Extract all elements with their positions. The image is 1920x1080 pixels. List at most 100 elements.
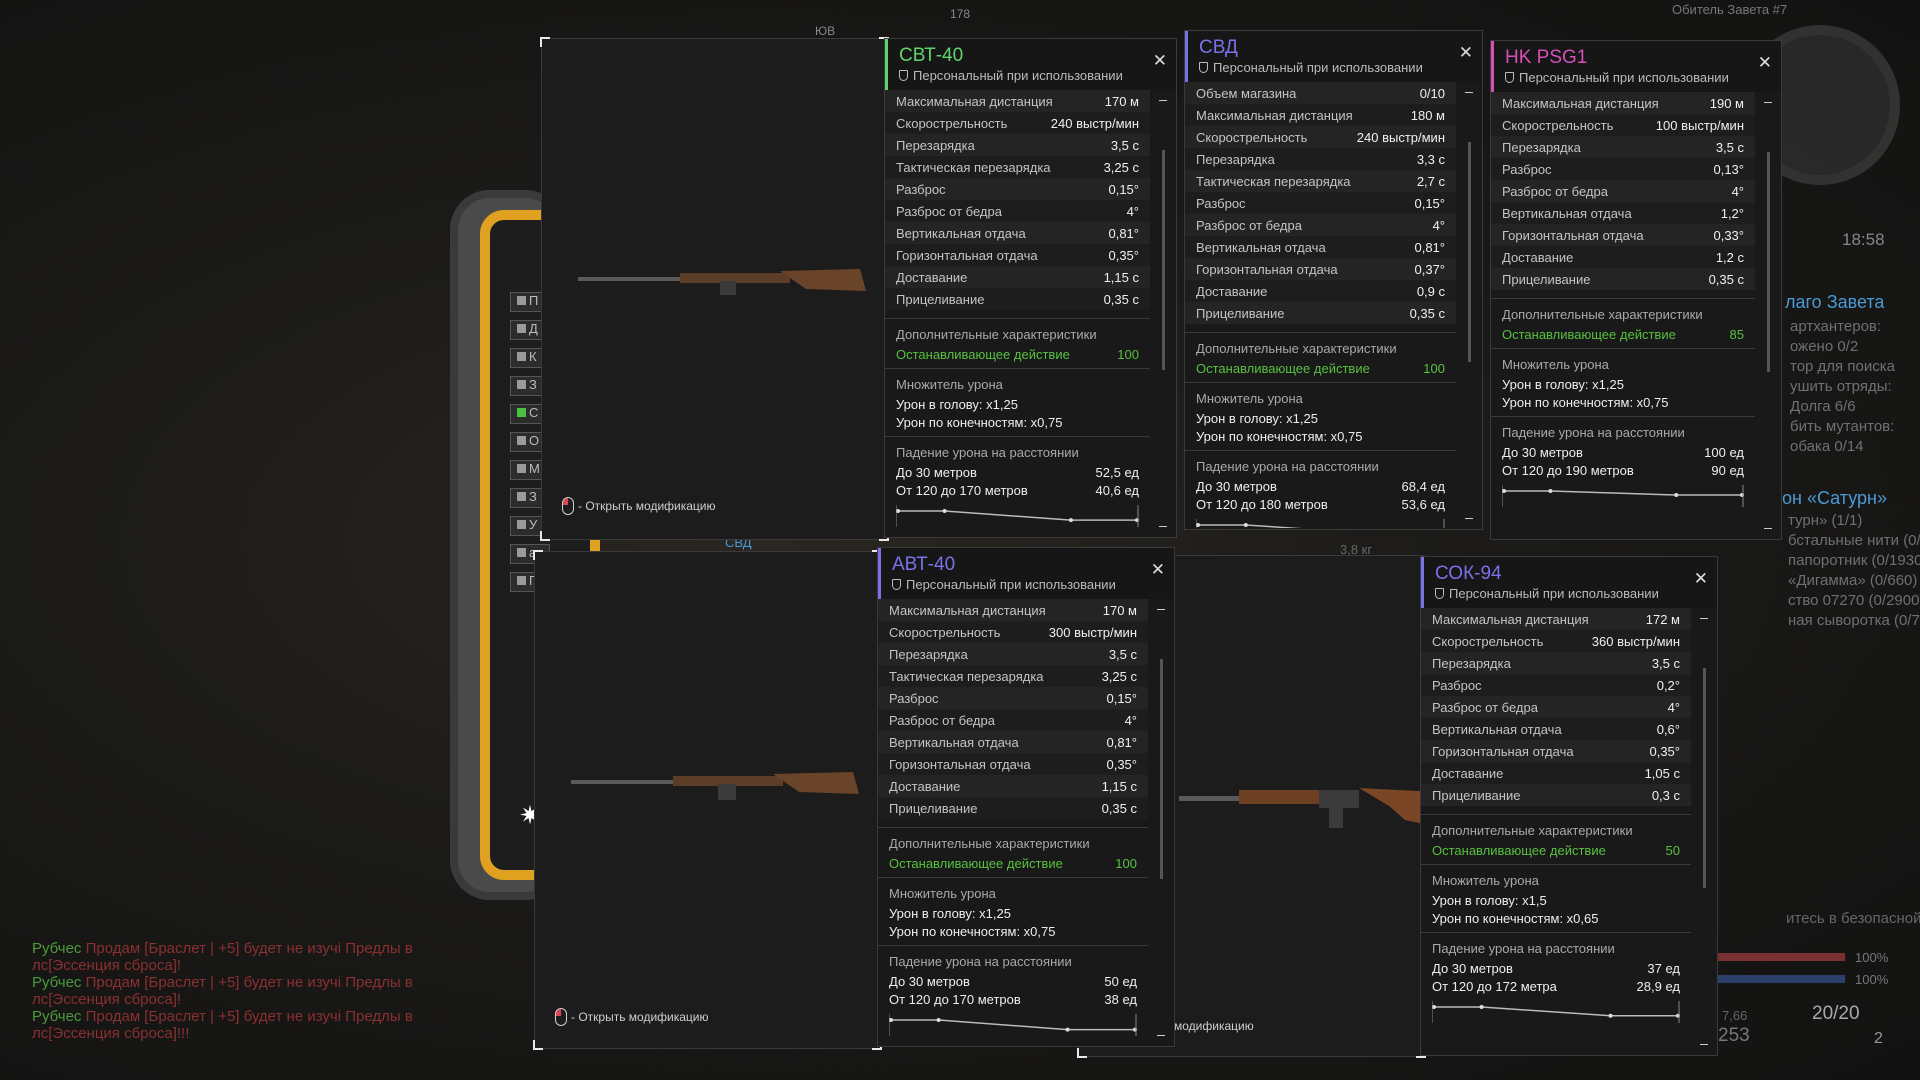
stat-value: 170 м	[1104, 93, 1139, 109]
quest-line: турн» (1/1)	[1788, 512, 1863, 529]
section-title: Дополнительные характеристики	[1432, 823, 1633, 838]
stat-row: Прицеливание 0,35 с	[885, 288, 1150, 310]
card-header: СОК-94 Персональный при использовании ✕	[1421, 557, 1717, 608]
falloff-point	[1432, 1005, 1436, 1009]
close-icon[interactable]: ✕	[1151, 560, 1165, 580]
scroll-up[interactable]	[1764, 102, 1772, 103]
pda-item-icon	[517, 408, 526, 417]
damage-multiplier: Множитель урона Урон в голову: x1,25 Урон …	[1491, 348, 1755, 416]
stat-row: Доставание 1,2 с	[1491, 246, 1755, 268]
stamina-value: 100%	[1855, 972, 1889, 987]
scroll-up[interactable]	[1700, 618, 1708, 619]
falloff-range: До 30 метров	[1502, 444, 1583, 460]
stat-label: Разброс	[896, 181, 946, 197]
stat-row: Максимальная дистанция 190 м	[1491, 92, 1755, 114]
scrollbar[interactable]	[1767, 152, 1770, 372]
open-mod-hint[interactable]: - Открыть модификацию	[555, 1008, 709, 1026]
stat-value: 100	[1115, 855, 1137, 871]
weapon-card-svd: СВД Персональный при использовании ✕ Объем …	[1184, 30, 1483, 530]
scroll-up[interactable]	[1157, 609, 1165, 610]
close-icon[interactable]: ✕	[1153, 51, 1167, 71]
stat-value: 85	[1729, 326, 1744, 342]
quest-line: «Дигамма» (0/660)	[1788, 572, 1918, 589]
scroll-down[interactable]	[1157, 1035, 1165, 1036]
stat-label: Вертикальная отдача	[1502, 205, 1632, 221]
stat-value: 0,35°	[1106, 756, 1137, 772]
falloff-range: До 30 метров	[1196, 478, 1277, 494]
scroll-down[interactable]	[1764, 528, 1772, 529]
scrollbar[interactable]	[1162, 150, 1165, 370]
section-title: Дополнительные характеристики	[896, 327, 1097, 342]
section-title: Множитель урона	[896, 377, 1003, 392]
extra-stats: Дополнительные характеристики Останавлива…	[878, 827, 1148, 877]
stat-table: Максимальная дистанция 170 м Скорострельно…	[885, 90, 1150, 310]
mouse-icon	[555, 1008, 567, 1026]
weapon-card-psg1: HK PSG1 Персональный при использовании ✕ Ма…	[1490, 40, 1782, 540]
scrollbar[interactable]	[1703, 668, 1706, 888]
close-icon[interactable]: ✕	[1758, 53, 1772, 73]
stat-label: Разброс	[1196, 195, 1246, 211]
stat-row: Прицеливание 0,35 с	[1491, 268, 1755, 290]
stopping-power: Останавливающее действие 85	[1502, 325, 1744, 343]
location-label: Обитель Завета #7	[1672, 2, 1788, 17]
scroll-up[interactable]	[1159, 100, 1167, 101]
stat-row: Перезарядка 3,5 с	[878, 643, 1148, 665]
stat-label: Вертикальная отдача	[1196, 239, 1326, 255]
chat-line: Рубчес Продам [Браслет | +5] будет не из…	[32, 940, 432, 957]
stat-label: Максимальная дистанция	[889, 602, 1046, 618]
scroll-down[interactable]	[1465, 518, 1473, 519]
stat-row: Максимальная дистанция 170 м	[885, 90, 1150, 112]
stat-row: Тактическая перезарядка 3,25 с	[885, 156, 1150, 178]
stat-value: 100	[1117, 346, 1139, 362]
stat-label: Скорострельность	[896, 115, 1008, 131]
stat-value: 4°	[1432, 217, 1445, 233]
falloff-range: От 120 до 180 метров	[1196, 496, 1328, 512]
open-mod-hint[interactable]: - Открыть модификацию	[562, 497, 716, 515]
stat-label: Вертикальная отдача	[896, 225, 1026, 241]
stat-row: Разброс от бедра 4°	[1491, 180, 1755, 202]
pda-item-icon	[517, 492, 526, 501]
stat-value: 100	[1423, 360, 1445, 376]
falloff-row: От 120 до 190 метров 90 ед	[1502, 461, 1744, 479]
stopping-power: Останавливающее действие 50	[1432, 841, 1680, 859]
section-title: Падение урона на расстоянии	[889, 954, 1072, 969]
extra-stats: Дополнительные характеристики Останавлива…	[1185, 332, 1456, 382]
stat-label: Разброс	[1432, 677, 1482, 693]
stat-label: Доставание	[889, 778, 961, 794]
scroll-down[interactable]	[1700, 1044, 1708, 1045]
stat-row: Горизонтальная отдача 0,37°	[1185, 258, 1456, 280]
stat-label: Доставание	[1502, 249, 1574, 265]
scrollbar[interactable]	[1468, 142, 1471, 362]
close-icon[interactable]: ✕	[1459, 43, 1473, 63]
stat-label: Останавливающее действие	[889, 855, 1063, 871]
section-title: Множитель урона	[1432, 873, 1539, 888]
pda-item-icon	[517, 352, 526, 361]
scrollbar[interactable]	[1160, 659, 1163, 879]
stat-label: Максимальная дистанция	[1196, 107, 1353, 123]
scroll-down[interactable]	[1159, 526, 1167, 527]
stat-row: Скорострельность 100 выстр/мин	[1491, 114, 1755, 136]
stat-value: 0,15°	[1106, 690, 1137, 706]
stat-row: Доставание 1,05 с	[1421, 762, 1691, 784]
open-mod-hint-partial[interactable]: модификацию	[1174, 1019, 1254, 1033]
stat-label: Тактическая перезарядка	[1196, 173, 1351, 189]
stat-label: Вертикальная отдача	[889, 734, 1019, 750]
section-title: Дополнительные характеристики	[1196, 341, 1397, 356]
extra-stats: Дополнительные характеристики Останавлива…	[1421, 814, 1691, 864]
stat-label: Разброс от бедра	[1432, 699, 1538, 715]
falloff-damage: 90 ед	[1711, 462, 1744, 478]
stat-value: 240 выстр/мин	[1050, 115, 1139, 131]
falloff-range: От 120 до 170 метров	[889, 991, 1021, 1007]
falloff-graph	[896, 505, 1139, 527]
clock: 18:58	[1842, 230, 1885, 249]
quest-line: ство 07270 (0/2900)	[1788, 592, 1920, 609]
stat-value: 0,81°	[1414, 239, 1445, 255]
stat-label: Тактическая перезарядка	[889, 668, 1044, 684]
shield-icon	[892, 579, 901, 590]
stat-row: Разброс от бедра 4°	[878, 709, 1148, 731]
scroll-up[interactable]	[1465, 92, 1473, 93]
ownership-label: Персональный при использовании	[1213, 60, 1423, 75]
close-icon[interactable]: ✕	[1694, 569, 1708, 589]
card-body: Объем магазина 0/10 Максимальная дистанция…	[1185, 82, 1482, 528]
stat-label: Прицеливание	[1196, 305, 1285, 321]
